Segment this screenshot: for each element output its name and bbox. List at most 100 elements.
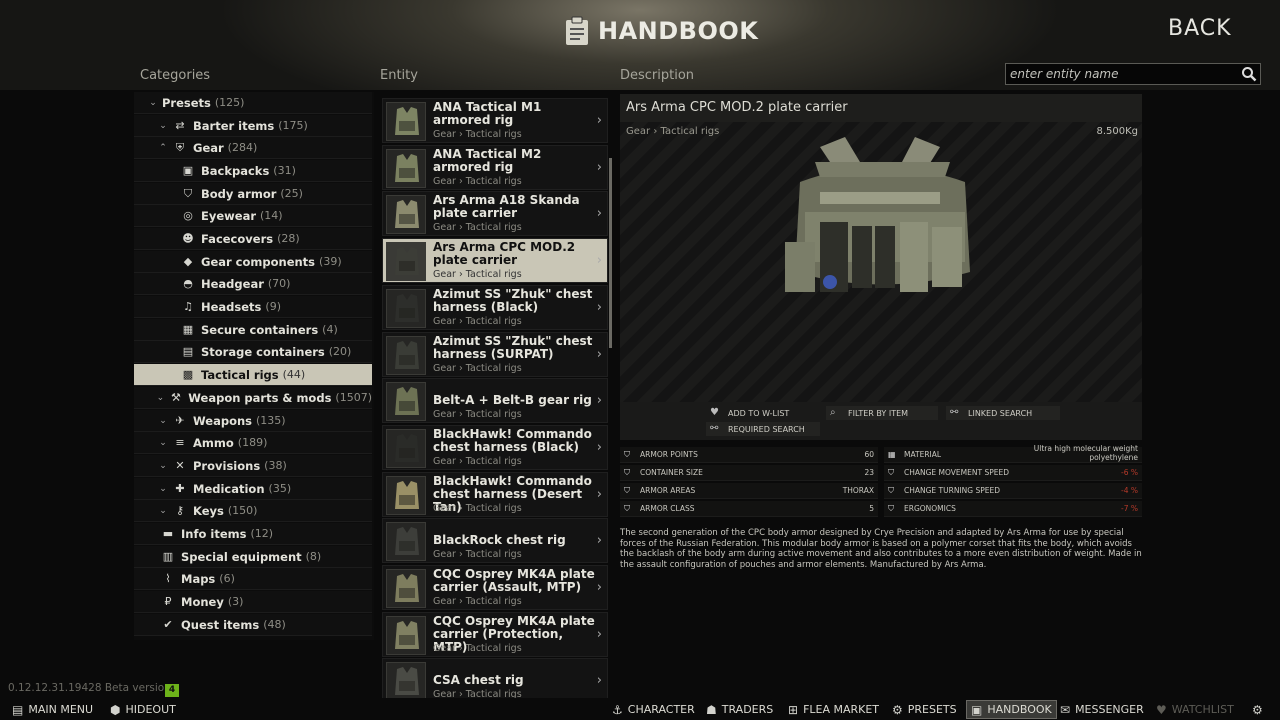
entity-item[interactable]: ANA Tactical M2 armored rig Gear › Tactic… bbox=[382, 144, 608, 190]
entity-item[interactable]: ANA Tactical M1 armored rig Gear › Tactic… bbox=[382, 98, 608, 143]
category-count: (135) bbox=[256, 414, 286, 427]
title-text: HANDBOOK bbox=[598, 17, 759, 45]
stat-value: -4 % bbox=[1121, 486, 1138, 495]
chevron-down-icon[interactable]: ⌄ bbox=[158, 461, 168, 471]
chevron-down-icon[interactable]: ⌄ bbox=[158, 506, 168, 516]
menu-icon: ▤ bbox=[12, 702, 24, 717]
category-label: Headsets bbox=[201, 299, 262, 314]
entity-item[interactable]: Belt-A + Belt-B gear rig Gear › Tactical … bbox=[382, 378, 608, 424]
stat-row: ▦ MATERIAL Ultra high molecular weight pol… bbox=[884, 444, 1142, 463]
entity-item[interactable]: CQC Osprey MK4A plate carrier (Assault, … bbox=[382, 565, 608, 610]
category-item[interactable]: ▦ Secure containers (4) bbox=[134, 319, 372, 341]
category-item[interactable]: ♫ Headsets (9) bbox=[134, 296, 372, 318]
category-label: Money bbox=[181, 594, 224, 609]
entity-name: BlackRock chest rig bbox=[433, 533, 566, 548]
entity-thumbnail bbox=[386, 335, 426, 375]
entity-item[interactable]: Azimut SS "Zhuk" chest harness (Black) Ge… bbox=[382, 284, 608, 330]
category-item[interactable]: ⌄ ✈ Weapons (135) bbox=[134, 410, 372, 432]
category-item[interactable]: ▩ Tactical rigs (44) bbox=[134, 364, 372, 386]
handbook-nav-button[interactable]: ▣ HANDBOOK bbox=[966, 700, 1057, 719]
category-item[interactable]: ⌄ ✕ Provisions (38) bbox=[134, 455, 372, 477]
stat-label: ARMOR POINTS bbox=[640, 450, 698, 459]
entity-item[interactable]: Azimut SS "Zhuk" chest harness (SURPAT) G… bbox=[382, 331, 608, 377]
character-button[interactable]: ⚓ CHARACTER bbox=[608, 700, 699, 719]
category-item[interactable]: ▬ Info items (12) bbox=[134, 523, 372, 545]
linked-search-button[interactable]: ⚯ LINKED SEARCH bbox=[946, 406, 1060, 420]
entity-item[interactable]: CQC Osprey MK4A plate carrier (Protectio… bbox=[382, 611, 608, 657]
category-label: Quest items bbox=[181, 617, 260, 632]
entity-thumbnail bbox=[386, 522, 426, 562]
entity-item[interactable]: Ars Arma CPC MOD.2 plate carrier Gear › T… bbox=[382, 238, 608, 284]
messenger-button[interactable]: ✉ MESSENGER bbox=[1056, 700, 1148, 719]
chevron-down-icon[interactable]: ⌄ bbox=[158, 484, 168, 494]
search-input[interactable] bbox=[1010, 66, 1238, 82]
entity-item[interactable]: BlackHawk! Commando chest harness (Black… bbox=[382, 424, 608, 470]
category-label: Info items bbox=[181, 526, 247, 541]
watchlist-button[interactable]: ♥ WATCHLIST bbox=[1152, 700, 1238, 719]
rig-thumbnail-image bbox=[395, 107, 419, 135]
category-item[interactable]: ⌄ ⚒ Weapon parts & mods (1507) bbox=[134, 387, 372, 409]
category-item[interactable]: ⌄ ✚ Medication (35) bbox=[134, 478, 372, 500]
main-menu-button[interactable]: ▤ MAIN MENU bbox=[8, 700, 97, 719]
facecover-icon: ☻ bbox=[182, 232, 194, 245]
back-button[interactable]: BACK bbox=[1168, 16, 1232, 41]
keys-icon: ⚷ bbox=[175, 504, 185, 517]
category-count: (39) bbox=[319, 255, 342, 268]
flea-market-button[interactable]: ⊞ FLEA MARKET bbox=[784, 700, 883, 719]
chevron-down-icon[interactable]: ⌄ bbox=[158, 121, 168, 131]
rig-thumbnail-image bbox=[395, 200, 419, 229]
category-item[interactable]: ⌄ ≡ Ammo (189) bbox=[134, 432, 372, 454]
entity-name: Azimut SS "Zhuk" chest harness (SURPAT) bbox=[433, 333, 593, 361]
entity-scrollbar[interactable] bbox=[609, 158, 612, 348]
chevron-down-icon[interactable]: ⌄ bbox=[158, 416, 168, 426]
stat-row: ⛉ ERGONOMICS -7 % bbox=[884, 501, 1142, 517]
category-item[interactable]: ₽ Money (3) bbox=[134, 591, 372, 613]
category-item[interactable]: ▥ Special equipment (8) bbox=[134, 546, 372, 568]
category-item[interactable]: ⌇ Maps (6) bbox=[134, 568, 372, 590]
ergonomics-icon: ⛉ bbox=[888, 503, 894, 513]
entity-item[interactable]: BlackHawk! Commando chest harness (Deser… bbox=[382, 471, 608, 517]
category-item[interactable]: ◎ Eyewear (14) bbox=[134, 205, 372, 227]
category-count: (8) bbox=[305, 550, 322, 563]
filter-by-item-button[interactable]: ⌕ FILTER BY ITEM bbox=[826, 406, 938, 420]
entity-thumbnail bbox=[386, 569, 426, 608]
hideout-button[interactable]: ⬢ HIDEOUT bbox=[106, 700, 180, 719]
category-item[interactable]: ▣ Backpacks (31) bbox=[134, 160, 372, 182]
entity-item[interactable]: BlackRock chest rig Gear › Tactical rigs › bbox=[382, 518, 608, 564]
traders-button[interactable]: ☗ TRADERS bbox=[702, 700, 777, 719]
entity-path: Gear › Tactical rigs bbox=[433, 269, 522, 281]
entity-path: Gear › Tactical rigs bbox=[433, 502, 522, 514]
category-item[interactable]: ✔ Quest items (48) bbox=[134, 614, 372, 636]
category-item[interactable]: ⌄ ⚷ Keys (150) bbox=[134, 500, 372, 522]
entity-item[interactable]: CSA chest rig Gear › Tactical rigs › bbox=[382, 658, 608, 698]
shield-icon: ⛉ bbox=[624, 485, 630, 495]
category-item[interactable]: ◓ Headgear (70) bbox=[134, 273, 372, 295]
chevron-up-icon[interactable]: ⌃ bbox=[158, 143, 168, 153]
category-item[interactable]: ⛉ Body armor (25) bbox=[134, 183, 372, 205]
category-item[interactable]: ▤ Storage containers (20) bbox=[134, 341, 372, 363]
chevron-down-icon[interactable]: ⌄ bbox=[156, 393, 165, 403]
stat-row: ⛉ CHANGE MOVEMENT SPEED -6 % bbox=[884, 465, 1142, 481]
entity-item[interactable]: Ars Arma A18 Skanda plate carrier Gear › … bbox=[382, 191, 608, 237]
category-item[interactable]: ◆ Gear components (39) bbox=[134, 251, 372, 273]
presets-button[interactable]: ⚙ PRESETS bbox=[888, 700, 961, 719]
stat-row: ⛉ ARMOR AREAS THORAX bbox=[620, 483, 878, 499]
stat-row: ⛉ ARMOR POINTS 60 bbox=[620, 447, 878, 463]
category-item[interactable]: ⌄ ⇄ Barter items (175) bbox=[134, 115, 372, 137]
chevron-down-icon[interactable]: ⌄ bbox=[158, 438, 168, 448]
gear-components-icon: ◆ bbox=[183, 255, 193, 268]
category-label: Medication bbox=[193, 481, 265, 496]
category-item[interactable]: ⌃ ⛨ Gear (284) bbox=[134, 137, 372, 159]
settings-button[interactable]: ⚙ bbox=[1248, 700, 1267, 719]
category-item[interactable]: ☻ Facecovers (28) bbox=[134, 228, 372, 250]
chevron-right-icon: › bbox=[596, 159, 602, 175]
category-item[interactable]: ⌄ Presets (125) bbox=[134, 92, 372, 114]
header-bar: HANDBOOK BACK Categories Entity Descript… bbox=[0, 0, 1280, 90]
category-count: (35) bbox=[268, 482, 292, 495]
maps-icon: ⌇ bbox=[165, 572, 171, 585]
categories-heading: Categories bbox=[140, 68, 211, 83]
add-to-wlist-button[interactable]: ♥ ADD TO W-LIST bbox=[710, 406, 789, 420]
required-search-button[interactable]: ⚯ REQUIRED SEARCH bbox=[706, 422, 820, 436]
search-icon[interactable] bbox=[1241, 66, 1257, 82]
chevron-down-icon[interactable]: ⌄ bbox=[148, 98, 158, 108]
